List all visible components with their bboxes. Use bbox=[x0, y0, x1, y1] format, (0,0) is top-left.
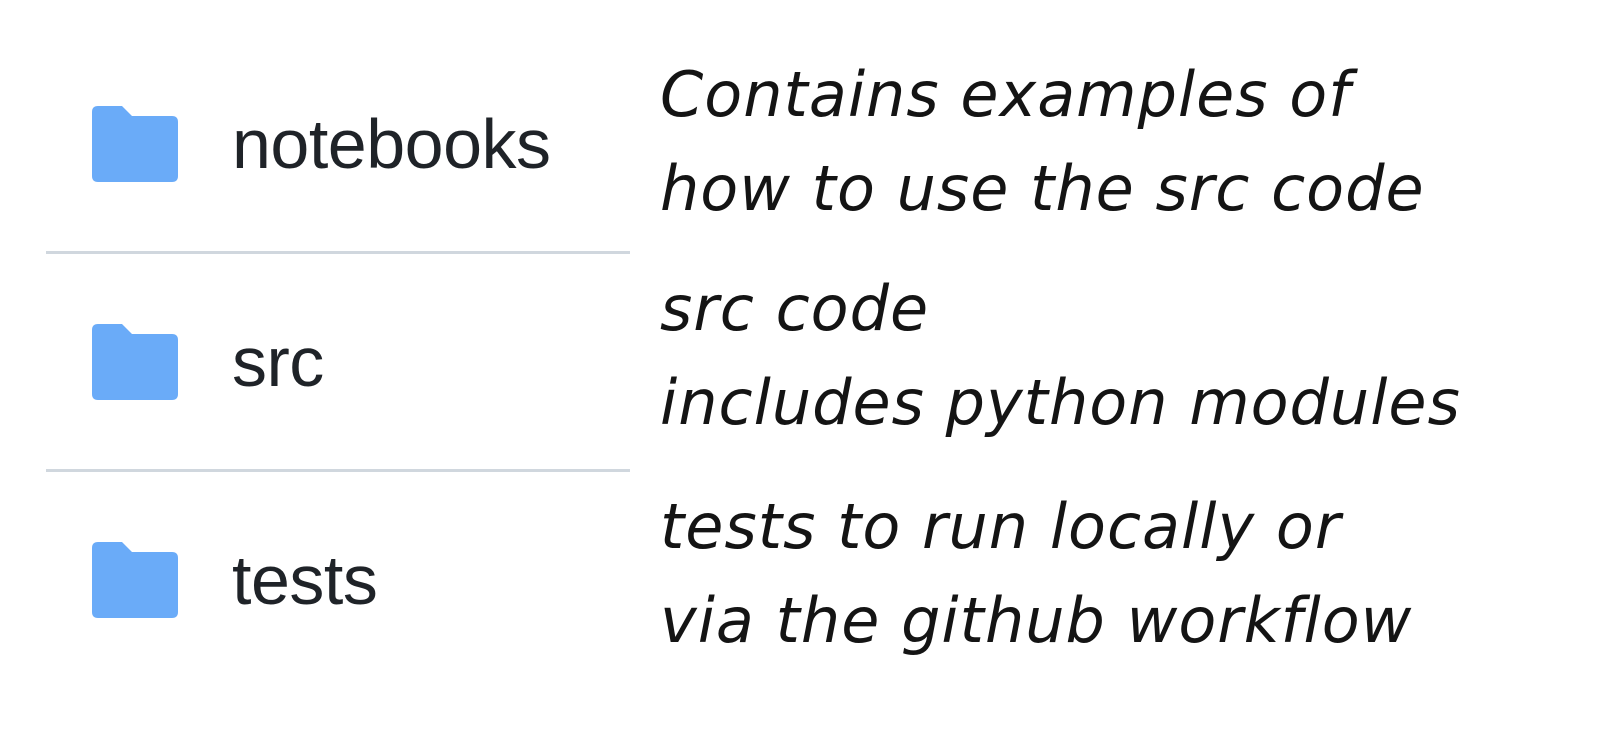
file-name[interactable]: tests bbox=[232, 545, 378, 615]
folder-icon bbox=[92, 541, 178, 618]
note-src: src code includes python modules bbox=[660, 262, 1461, 450]
file-list: notebooks src tests bbox=[46, 36, 630, 687]
folder-icon bbox=[92, 323, 178, 400]
note-line: how to use the src code bbox=[660, 152, 1425, 225]
folder-icon bbox=[92, 105, 178, 182]
file-name[interactable]: src bbox=[232, 327, 324, 397]
file-row-tests[interactable]: tests bbox=[46, 469, 630, 687]
file-row-notebooks[interactable]: notebooks bbox=[46, 36, 630, 251]
note-line: Contains examples of bbox=[660, 58, 1352, 131]
note-line: via the github workflow bbox=[660, 584, 1413, 657]
note-line: src code bbox=[660, 272, 930, 345]
file-row-src[interactable]: src bbox=[46, 251, 630, 469]
note-line: includes python modules bbox=[660, 366, 1461, 439]
note-line: tests to run locally or bbox=[660, 490, 1342, 563]
note-tests: tests to run locally or via the github w… bbox=[660, 480, 1412, 668]
note-notebooks: Contains examples of how to use the src … bbox=[660, 48, 1425, 236]
file-name[interactable]: notebooks bbox=[232, 109, 551, 179]
